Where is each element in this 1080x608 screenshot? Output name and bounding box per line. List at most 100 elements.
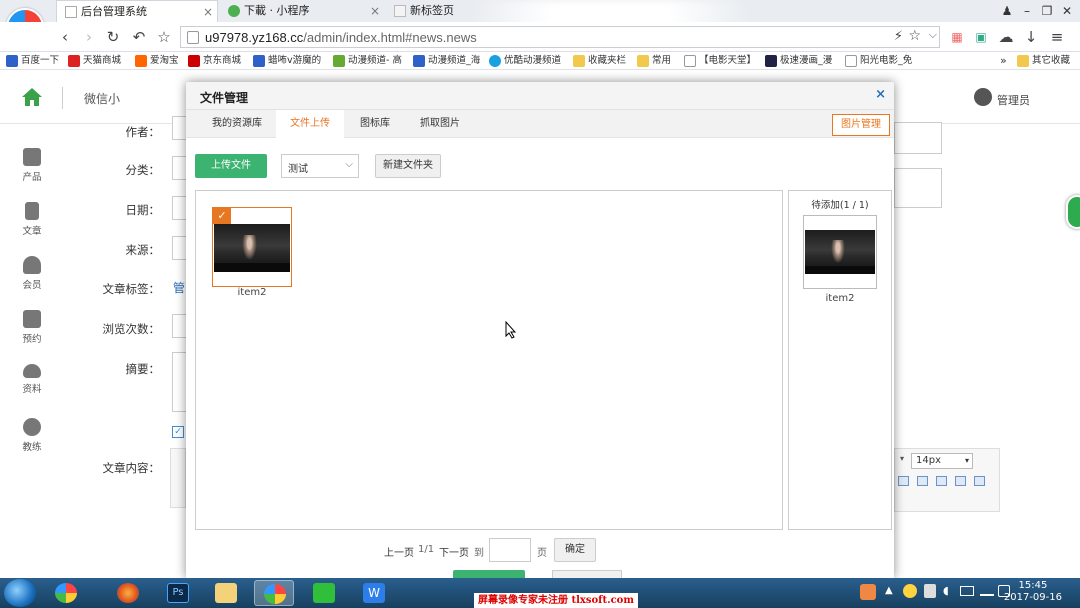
- pending-thumbnail[interactable]: [803, 215, 877, 289]
- wechat-icon: [228, 5, 240, 17]
- font-size-select[interactable]: 14px ▾: [911, 453, 973, 469]
- page-icon: [684, 55, 696, 67]
- prev-page-link[interactable]: 上一页: [384, 544, 414, 559]
- clock[interactable]: 15:45 2017-09-16: [1004, 580, 1062, 604]
- page-number-input[interactable]: [489, 538, 531, 562]
- tab-download[interactable]: 下載 · 小程序 ×: [220, 0, 384, 22]
- tab-close-icon[interactable]: ×: [370, 0, 380, 22]
- home-icon[interactable]: [22, 88, 42, 106]
- taskbar-app[interactable]: Ps: [158, 580, 198, 606]
- tab-file-upload[interactable]: 文件上传: [276, 110, 344, 139]
- table-icon[interactable]: [974, 476, 985, 486]
- tab-close-icon[interactable]: ×: [203, 1, 213, 23]
- image-manager-button[interactable]: 图片管理: [832, 114, 890, 136]
- bookmark-item[interactable]: 优酷动漫频道: [489, 54, 561, 68]
- screenshot-icon[interactable]: ▣: [970, 27, 992, 47]
- tray-app-icon[interactable]: [903, 584, 917, 598]
- user-label[interactable]: 管理员: [997, 92, 1030, 108]
- ok-button-partial[interactable]: [453, 570, 525, 578]
- bookmark-folder[interactable]: 常用: [637, 54, 671, 68]
- bookmark-item[interactable]: 阳光电影_免: [845, 54, 912, 68]
- tab-my-library[interactable]: 我的资源库: [198, 110, 276, 138]
- bookmark-star-icon[interactable]: ☆: [908, 28, 921, 44]
- apps-icon[interactable]: ▦: [946, 27, 968, 47]
- user-icon[interactable]: [974, 88, 992, 106]
- close-icon[interactable]: ×: [875, 87, 886, 102]
- tab-admin[interactable]: 后台管理系统 ×: [56, 0, 218, 22]
- tab-icon-library[interactable]: 图标库: [346, 110, 404, 138]
- bookmark-item[interactable]: 天猫商城: [68, 54, 121, 68]
- start-button-icon[interactable]: [4, 579, 36, 607]
- paw-icon: [253, 55, 265, 67]
- bookmark-item[interactable]: 【电影天堂】: [684, 54, 756, 68]
- undo-icon[interactable]: ↶: [128, 27, 150, 47]
- ime-icon[interactable]: [860, 584, 876, 600]
- sidebar-item-resources[interactable]: 资料: [0, 364, 64, 395]
- back-icon[interactable]: ‹: [54, 27, 76, 47]
- bookmark-item[interactable]: 蜡咘v游魔的: [253, 54, 321, 68]
- bookmark-folder[interactable]: 收藏夹栏: [573, 54, 626, 68]
- taskbar-app[interactable]: [206, 580, 246, 606]
- bookmark-item[interactable]: 京东商城: [188, 54, 241, 68]
- sidebar-item-coach[interactable]: 教练: [0, 418, 64, 453]
- maximize-icon[interactable]: ❐: [1037, 2, 1057, 20]
- upload-file-button[interactable]: 上传文件: [195, 154, 267, 178]
- signal-icon[interactable]: [980, 586, 994, 596]
- dropdown-icon[interactable]: ⌵: [929, 28, 937, 42]
- tray-expand-icon[interactable]: ▲: [885, 585, 893, 596]
- sidebar-item-articles[interactable]: 文章: [0, 202, 64, 237]
- next-page-link[interactable]: 下一页: [439, 544, 469, 559]
- font-dropdown-arrow[interactable]: ▾: [900, 454, 906, 468]
- star-icon[interactable]: ☆: [153, 27, 175, 47]
- bookmark-item[interactable]: 百度一下: [6, 54, 59, 68]
- align-right-icon[interactable]: [936, 476, 947, 486]
- confirm-page-button[interactable]: 确定: [554, 538, 596, 562]
- option-checkbox[interactable]: ✓: [172, 426, 184, 438]
- refresh-icon[interactable]: ↻: [102, 27, 124, 47]
- taskbar-app[interactable]: W: [354, 580, 394, 606]
- checkmark-icon[interactable]: ✓: [213, 208, 231, 224]
- align-center-icon[interactable]: [917, 476, 928, 486]
- cloud-sync-icon[interactable]: ☁: [995, 27, 1017, 47]
- right-textarea-mid[interactable]: [894, 168, 942, 208]
- close-window-icon[interactable]: ✕: [1057, 2, 1077, 20]
- floating-chat-button[interactable]: [1066, 195, 1080, 229]
- bookmark-item[interactable]: 极速漫画_漫: [765, 54, 832, 68]
- skin-icon[interactable]: ♟: [997, 2, 1017, 20]
- new-folder-button[interactable]: 新建文件夹: [375, 154, 441, 178]
- tab-grab-image[interactable]: 抓取图片: [406, 110, 474, 138]
- taskbar-app[interactable]: [46, 580, 86, 606]
- minimize-icon[interactable]: –: [1017, 2, 1037, 20]
- sidebar-item-booking[interactable]: 预约: [0, 310, 64, 345]
- taskbar-app-active[interactable]: [254, 580, 294, 606]
- bookmark-item[interactable]: 动漫频道- 高: [333, 54, 402, 68]
- download-icon[interactable]: ↓: [1020, 27, 1042, 47]
- sidebar-item-products[interactable]: 产品: [0, 148, 64, 183]
- align-buttons: [898, 476, 994, 488]
- menu-icon[interactable]: ≡: [1046, 27, 1068, 47]
- align-justify-icon[interactable]: [955, 476, 966, 486]
- tags-link[interactable]: 管: [173, 279, 185, 296]
- folder-select[interactable]: 测试 ⌵: [281, 154, 359, 178]
- bookmark-more[interactable]: »: [1000, 54, 1007, 68]
- forward-icon[interactable]: ›: [78, 27, 100, 47]
- bookmark-item[interactable]: 动漫频道_海: [413, 54, 480, 68]
- right-textarea-top[interactable]: [894, 122, 942, 154]
- taskbar-app[interactable]: [108, 580, 148, 606]
- tmall-icon: [68, 55, 80, 67]
- cancel-button-partial[interactable]: [552, 570, 622, 578]
- bookmark-folder[interactable]: 其它收藏: [1017, 54, 1070, 68]
- lightning-icon[interactable]: ⚡: [894, 29, 903, 44]
- file-thumbnail[interactable]: ✓: [212, 207, 292, 287]
- align-left-icon[interactable]: [898, 476, 909, 486]
- chevron-down-icon: ⌵: [345, 159, 353, 170]
- address-bar[interactable]: u97978.yz168.cc/admin/index.html#news.ne…: [180, 26, 940, 48]
- cubes-icon: [23, 148, 41, 166]
- tray-keyboard-icon[interactable]: [924, 584, 936, 598]
- sidebar-item-members[interactable]: 会员: [0, 256, 64, 291]
- volume-icon[interactable]: ◖: [943, 584, 949, 597]
- network-icon[interactable]: [960, 586, 974, 596]
- pending-title: 待添加(1 / 1): [811, 200, 869, 211]
- bookmark-item[interactable]: 爱淘宝: [135, 54, 179, 68]
- taskbar-app[interactable]: [304, 580, 344, 606]
